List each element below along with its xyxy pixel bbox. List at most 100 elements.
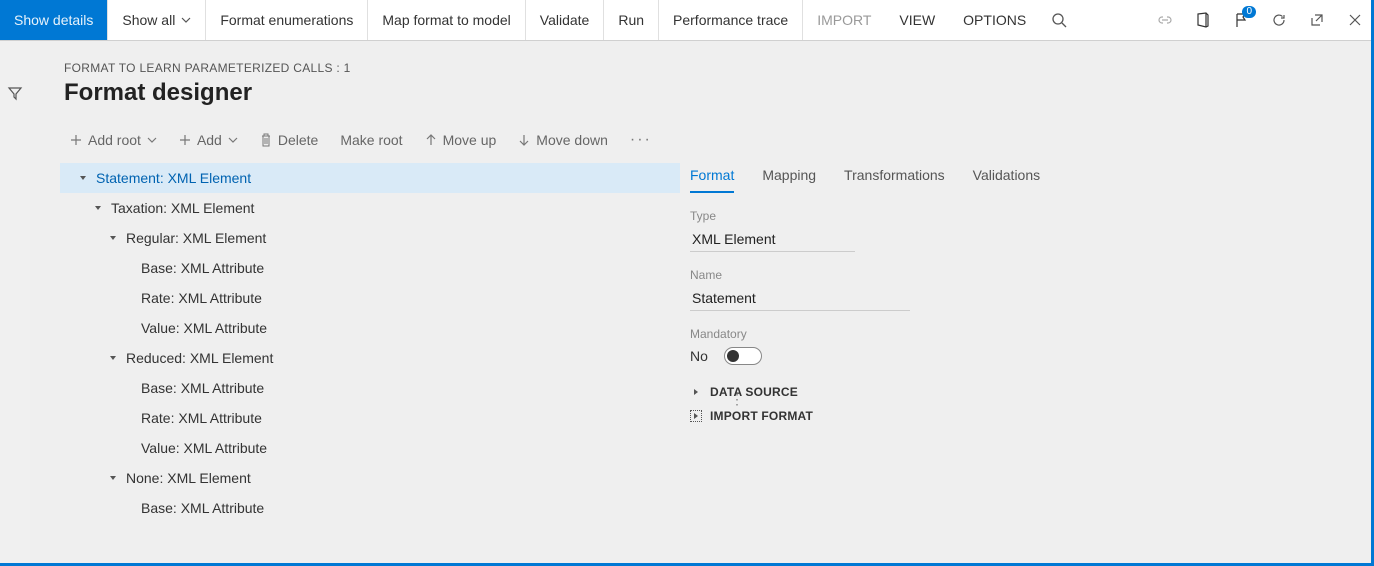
type-value: XML Element [690,227,855,252]
options-menu[interactable]: OPTIONS [949,0,1040,40]
make-root-label: Make root [340,132,402,148]
tree-row[interactable]: Regular: XML Element [60,223,680,253]
expand-arrow-icon[interactable] [106,234,120,242]
chevron-down-icon [181,12,191,28]
chevron-down-icon [147,132,157,148]
link-icon [1157,15,1173,25]
add-root-button[interactable]: Add root [60,128,167,152]
panel-resize-handle[interactable]: ⋮ [730,391,744,408]
tree-row-label: Base: XML Attribute [135,260,264,276]
move-up-button[interactable]: Move up [415,128,507,152]
tree-row-label: Value: XML Attribute [135,320,267,336]
mandatory-toggle[interactable] [724,347,762,365]
show-details-button[interactable]: Show details [0,0,108,40]
tree-row-label: Taxation: XML Element [105,200,254,216]
tree-row[interactable]: Base: XML Attribute [60,373,680,403]
notifications-button[interactable]: 0 [1222,0,1260,40]
tree-row[interactable]: Value: XML Attribute [60,313,680,343]
page-title: Format designer [30,75,1371,107]
import-menu[interactable]: IMPORT [803,0,885,40]
tree-row-label: Value: XML Attribute [135,440,267,456]
show-all-button[interactable]: Show all [108,0,206,40]
expand-arrow-icon[interactable] [91,204,105,212]
tree-row[interactable]: Rate: XML Attribute [60,403,680,433]
tree-row[interactable]: Taxation: XML Element [60,193,680,223]
tree-row[interactable]: Base: XML Attribute [60,493,680,523]
link-button[interactable] [1146,0,1184,40]
map-format-to-model-button[interactable]: Map format to model [368,0,525,40]
left-rail [0,41,30,566]
tree-row[interactable]: None: XML Element [60,463,680,493]
triangle-right-icon [690,410,702,422]
filter-icon [7,85,23,101]
name-input[interactable]: Statement [690,286,910,311]
tab-mapping[interactable]: Mapping [762,163,816,193]
move-down-label: Move down [536,132,608,148]
tab-transformations[interactable]: Transformations [844,163,945,193]
mandatory-label: Mandatory [690,327,1361,341]
make-root-button[interactable]: Make root [330,128,412,152]
move-up-label: Move up [443,132,497,148]
tree-row[interactable]: Base: XML Attribute [60,253,680,283]
close-icon [1348,13,1362,27]
plus-icon [179,134,191,146]
tree-row[interactable]: Reduced: XML Element [60,343,680,373]
search-button[interactable] [1040,0,1078,40]
tree-row[interactable]: Rate: XML Attribute [60,283,680,313]
tree-row-label: Rate: XML Attribute [135,410,262,426]
filter-button[interactable] [1,79,29,107]
add-button[interactable]: Add [169,128,248,152]
tree-row-label: Statement: XML Element [90,170,251,186]
type-label: Type [690,209,1361,223]
ellipsis-icon: ··· [630,131,652,149]
move-down-button[interactable]: Move down [508,128,618,152]
tree-row-label: Rate: XML Attribute [135,290,262,306]
tree-row-label: Reduced: XML Element [120,350,273,366]
tab-format[interactable]: Format [690,163,734,193]
content-area: FORMAT TO LEARN PARAMETERIZED CALLS : 1 … [30,41,1371,563]
mandatory-value: No [690,348,708,364]
refresh-button[interactable] [1260,0,1298,40]
validate-button[interactable]: Validate [526,0,605,40]
tree-row-label: None: XML Element [120,470,251,486]
expand-arrow-icon[interactable] [106,354,120,362]
notifications-badge: 0 [1242,6,1256,18]
expand-arrow-icon[interactable] [106,474,120,482]
add-root-label: Add root [88,132,141,148]
tree-row[interactable]: Value: XML Attribute [60,433,680,463]
tree-row-label: Base: XML Attribute [135,380,264,396]
expand-arrow-icon[interactable] [76,174,90,182]
plus-icon [70,134,82,146]
format-enumerations-button[interactable]: Format enumerations [206,0,368,40]
search-icon [1051,12,1067,28]
more-button[interactable]: ··· [620,127,662,153]
office-button[interactable] [1184,0,1222,40]
chevron-down-icon [228,132,238,148]
tree-panel: Statement: XML Element Taxation: XML Elem… [60,163,680,523]
delete-label: Delete [278,132,318,148]
popout-button[interactable] [1298,0,1336,40]
office-icon [1195,12,1211,28]
import-format-label: IMPORT FORMAT [710,409,813,423]
tree-row-label: Base: XML Attribute [135,500,264,516]
data-source-label: DATA SOURCE [710,385,798,399]
tree-row[interactable]: Statement: XML Element [60,163,680,193]
popout-icon [1309,12,1325,28]
format-tree: Statement: XML Element Taxation: XML Elem… [60,163,680,523]
close-button[interactable] [1336,0,1374,40]
import-format-expander[interactable]: IMPORT FORMAT [690,409,1361,423]
tab-validations[interactable]: Validations [973,163,1040,193]
refresh-icon [1271,12,1287,28]
tree-row-label: Regular: XML Element [120,230,266,246]
performance-trace-button[interactable]: Performance trace [659,0,803,40]
data-source-expander[interactable]: DATA SOURCE [690,385,1361,399]
breadcrumb: FORMAT TO LEARN PARAMETERIZED CALLS : 1 [30,41,1371,75]
show-all-label: Show all [122,12,175,28]
arrow-up-icon [425,134,437,146]
triangle-right-icon [690,386,702,398]
menubar: Show details Show all Format enumeration… [0,0,1374,41]
view-menu[interactable]: VIEW [885,0,949,40]
delete-button[interactable]: Delete [250,128,328,152]
run-button[interactable]: Run [604,0,659,40]
trash-icon [260,133,272,147]
